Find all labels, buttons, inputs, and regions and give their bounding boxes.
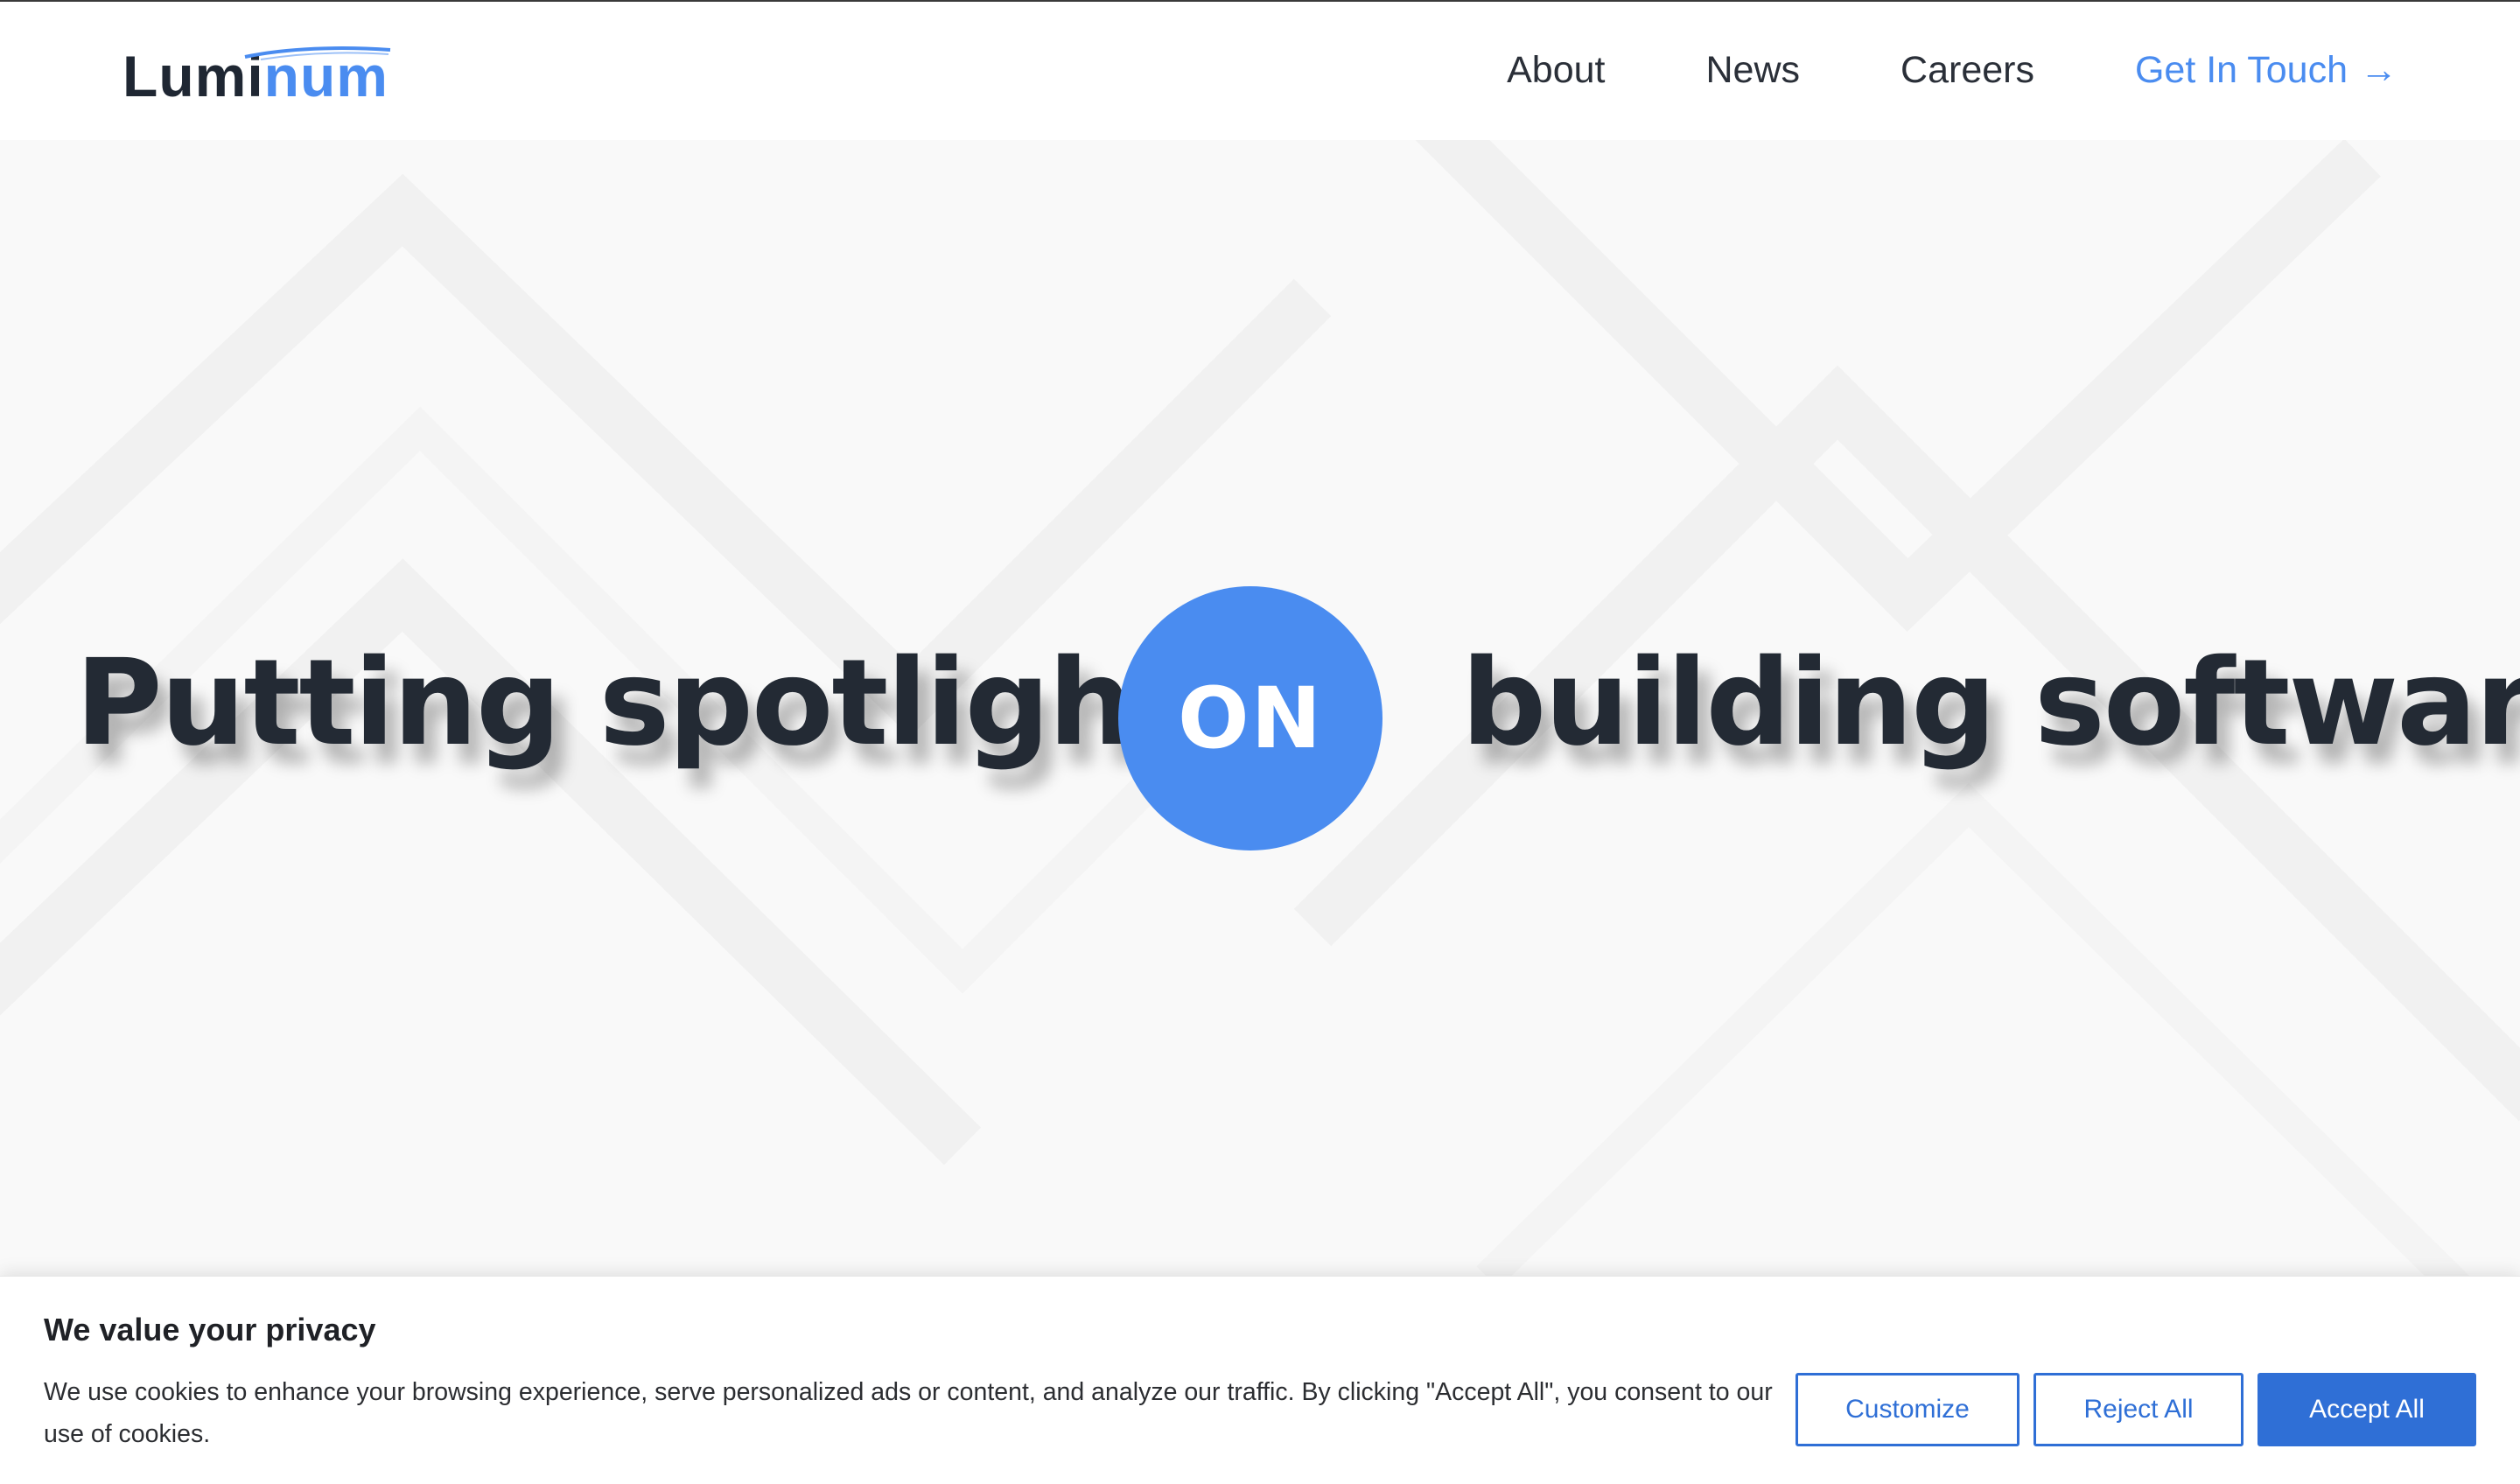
page: Luminum About News Careers Get In Touch →… <box>0 0 2520 1484</box>
logo-link[interactable]: Luminum <box>122 37 391 116</box>
cookie-consent-banner: We value your privacy We use cookies to … <box>0 1276 2520 1484</box>
cookie-description: We use cookies to enhance your browsing … <box>44 1378 1773 1448</box>
nav-news[interactable]: News <box>1706 49 1801 92</box>
main-nav: About News Careers Get In Touch → <box>1406 44 2398 96</box>
get-in-touch-label: Get In Touch <box>2134 48 2348 91</box>
customize-button[interactable]: Customize <box>1796 1373 2020 1446</box>
nav-careers[interactable]: Careers <box>1900 49 2034 92</box>
headline-right-text: building software <box>1461 634 2520 773</box>
cookie-title: We value your privacy <box>44 1312 376 1348</box>
headline-left-text: Putting spotlight <box>75 634 1188 773</box>
logo: Luminum <box>122 43 391 109</box>
arrow-right-icon: → <box>2360 48 2398 91</box>
get-in-touch-link[interactable]: Get In Touch → <box>2135 49 2398 92</box>
site-header: Luminum About News Careers Get In Touch → <box>0 2 2520 140</box>
nav-about[interactable]: About <box>1507 49 1605 92</box>
hero-section: Putting spotlight ON building software <box>0 140 2520 1278</box>
reject-all-button[interactable]: Reject All <box>2034 1373 2244 1446</box>
on-badge-text: ON <box>1178 669 1323 767</box>
logo-swoosh-icon <box>244 46 391 60</box>
hero-headline: Putting spotlight ON building software <box>0 586 2520 850</box>
accept-all-button[interactable]: Accept All <box>2258 1373 2476 1446</box>
on-badge: ON <box>1118 586 1382 850</box>
